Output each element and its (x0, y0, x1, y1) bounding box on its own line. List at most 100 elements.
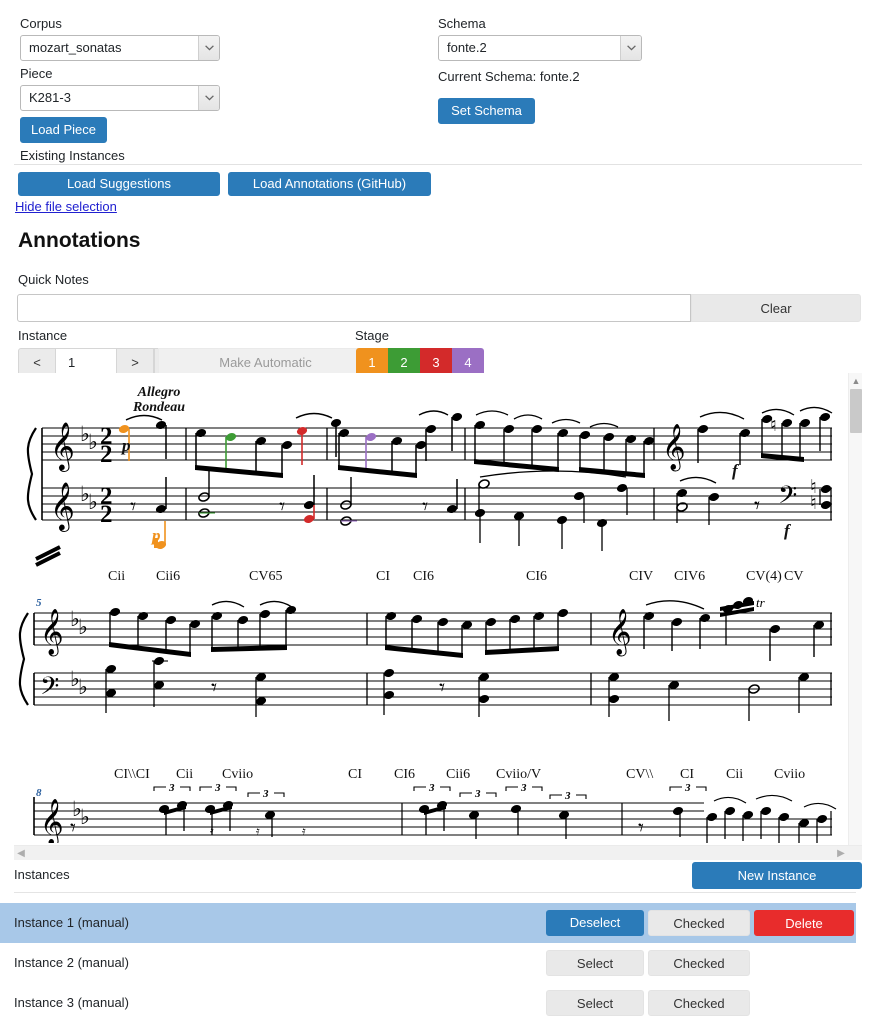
corpus-select[interactable]: mozart_sonatas (20, 35, 220, 61)
app-root: Corpus mozart_sonatas Piece K281-3 Load … (0, 0, 876, 1024)
stage-button-4[interactable]: 4 (452, 348, 484, 376)
schema-label: Schema (438, 16, 486, 31)
make-automatic-button[interactable]: Make Automatic (158, 348, 373, 376)
svg-text:𝄿: 𝄿 (302, 824, 306, 838)
svg-text:𝄞: 𝄞 (50, 482, 75, 532)
chord-label: CI (376, 569, 390, 584)
svg-text:𝄞: 𝄞 (50, 422, 75, 472)
set-schema-button[interactable]: Set Schema (438, 98, 535, 124)
stage-button-3[interactable]: 3 (420, 348, 452, 376)
stage-button-group: 1 2 3 4 (356, 348, 484, 376)
quick-notes-input[interactable] (17, 294, 691, 322)
svg-text:𝄿: 𝄿 (210, 824, 214, 838)
score-viewport[interactable]: 𝄞 𝄞 ♭ ♭ ♭ ♭ 2 2 2 2 𝄾 𝄾 𝄾 𝄞 ♮ 𝄾 𝄢 ♮ ♮ 𝄞 … (14, 373, 862, 860)
svg-text:𝄾: 𝄾 (638, 815, 644, 840)
instance-3-checked-button[interactable]: Checked (648, 990, 750, 1016)
instance-number-field[interactable]: 1 (56, 348, 116, 376)
scrollbar-thumb-vertical[interactable] (850, 389, 862, 433)
chord-label: Cviio (222, 767, 254, 782)
instance-1-deselect-button[interactable]: Deselect (546, 910, 644, 936)
chord-label: CI6 (413, 569, 434, 584)
scroll-up-icon[interactable]: ▲ (849, 373, 862, 389)
svg-text:𝄾: 𝄾 (279, 494, 285, 519)
svg-text:2: 2 (100, 441, 113, 468)
dynamic-p-treble: p (122, 436, 131, 455)
svg-text:tr: tr (756, 595, 766, 610)
svg-text:𝄞: 𝄞 (608, 609, 632, 657)
corpus-select-wrap: mozart_sonatas (20, 35, 220, 61)
instances-divider (14, 892, 856, 893)
svg-text:3: 3 (214, 782, 221, 794)
svg-text:3: 3 (262, 788, 269, 800)
dynamic-f-bass: f (784, 521, 790, 540)
chord-label: CI (680, 767, 694, 782)
dynamic-p-bass: p (152, 526, 161, 545)
svg-text:𝄾: 𝄾 (754, 493, 760, 518)
stage-button-2[interactable]: 2 (388, 348, 420, 376)
chord-label: Cii6 (156, 569, 181, 584)
instance-row-3[interactable]: Instance 3 (manual) Select Checked (0, 983, 856, 1023)
instance-2-select-button[interactable]: Select (546, 950, 644, 976)
stage-label: Stage (355, 328, 389, 343)
svg-text:♭: ♭ (78, 675, 88, 699)
svg-text:3: 3 (684, 782, 691, 794)
dynamic-f-treble: f (732, 461, 738, 480)
svg-text:𝄢: 𝄢 (778, 482, 797, 515)
piece-select[interactable]: K281-3 (20, 85, 220, 111)
instance-next-button[interactable]: > (116, 348, 154, 376)
stage-button-1[interactable]: 1 (356, 348, 388, 376)
instance-label: Instance (18, 328, 68, 343)
chord-label: Cviio (774, 767, 806, 782)
current-schema-text: Current Schema: fonte.2 (438, 69, 580, 84)
chord-label: CIV6 (674, 569, 706, 584)
instances-panel-title: Instances (14, 867, 70, 882)
instance-row-2[interactable]: Instance 2 (manual) Select Checked (0, 943, 856, 983)
chord-label: CV (784, 569, 804, 584)
score-vertical-scrollbar[interactable]: ▲ ▼ (848, 373, 862, 860)
instance-3-select-button[interactable]: Select (546, 990, 644, 1016)
svg-text:𝄞: 𝄞 (662, 424, 686, 472)
instance-row-1[interactable]: Instance 1 (manual) Deselect Checked Del… (0, 903, 856, 943)
svg-text:3: 3 (520, 782, 527, 794)
svg-text:𝄿: 𝄿 (256, 824, 260, 838)
scroll-left-icon[interactable]: ◀ (14, 846, 28, 860)
tempo-marking: Allegro Rondeau (132, 385, 186, 415)
svg-text:𝄞: 𝄞 (40, 609, 64, 657)
svg-text:𝄾: 𝄾 (211, 675, 217, 700)
score-horizontal-scrollbar[interactable]: ◀ ▶ (14, 845, 862, 860)
svg-text:♭: ♭ (88, 430, 98, 454)
hide-file-selection-link[interactable]: Hide file selection (15, 199, 117, 214)
svg-text:♮: ♮ (810, 493, 817, 514)
panel-divider (14, 164, 862, 165)
instance-1-checked-button[interactable]: Checked (648, 910, 750, 936)
chord-label: CI\\CI (114, 767, 150, 782)
corpus-label: Corpus (20, 16, 62, 31)
measure-number: 8 (36, 787, 42, 799)
chord-label: CI6 (526, 569, 547, 584)
page-title: Annotations (18, 229, 141, 252)
instance-2-checked-button[interactable]: Checked (648, 950, 750, 976)
chord-label: Cii6 (446, 767, 471, 782)
instance-prev-button[interactable]: < (18, 348, 56, 376)
svg-text:♭: ♭ (80, 805, 90, 829)
svg-text:3: 3 (564, 790, 571, 802)
chord-label: CV\\ (626, 767, 654, 782)
chord-label: Cii (108, 569, 126, 584)
chord-label: Cii (726, 767, 744, 782)
clear-quick-notes-button[interactable]: Clear (691, 294, 861, 322)
load-annotations-button[interactable]: Load Annotations (GitHub) (228, 172, 431, 196)
scroll-right-icon[interactable]: ▶ (834, 846, 848, 860)
instance-name: Instance 2 (manual) (14, 955, 129, 970)
chord-label: Cviio/V (496, 767, 542, 782)
existing-instances-label: Existing Instances (20, 148, 125, 163)
load-piece-button[interactable]: Load Piece (20, 117, 107, 143)
schema-select[interactable]: fonte.2 (438, 35, 642, 61)
measure-number: 5 (36, 597, 42, 609)
new-instance-button[interactable]: New Instance (692, 862, 862, 889)
instance-name: Instance 3 (manual) (14, 995, 129, 1010)
chord-label: Cii (176, 767, 194, 782)
load-suggestions-button[interactable]: Load Suggestions (18, 172, 220, 196)
svg-text:♭: ♭ (88, 490, 98, 514)
svg-text:𝄢: 𝄢 (40, 673, 59, 706)
instance-1-delete-button[interactable]: Delete (754, 910, 854, 936)
